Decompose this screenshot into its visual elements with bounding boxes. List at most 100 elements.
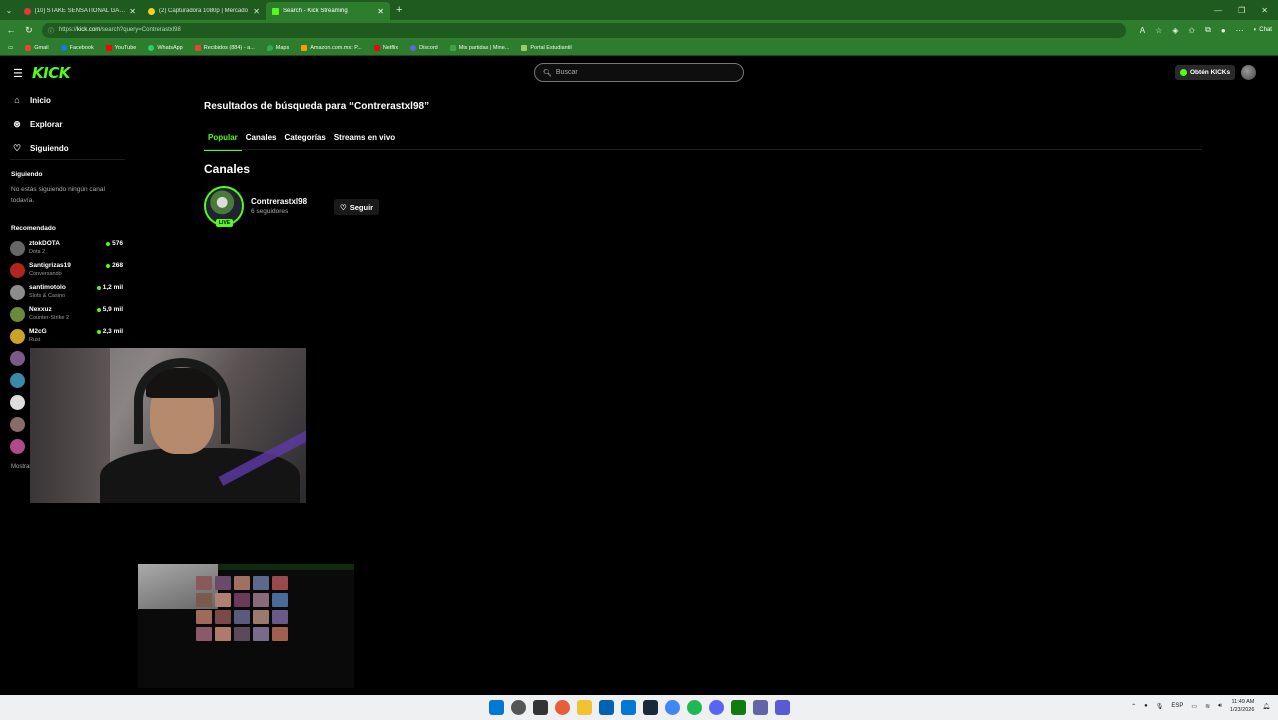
close-window-icon[interactable]: ✕ bbox=[1261, 6, 1268, 15]
kicks-coin-icon bbox=[1180, 69, 1187, 76]
sidebar-item-siguiendo[interactable]: ♡ Siguiendo bbox=[12, 143, 69, 154]
recommended-heading: Recomendado bbox=[11, 225, 56, 232]
bookmark-netflix[interactable]: Netflix bbox=[373, 44, 398, 51]
restore-icon[interactable]: ❐ bbox=[1238, 6, 1245, 15]
close-tab-icon[interactable]: ✕ bbox=[129, 7, 136, 16]
microphone-icon[interactable]: 🎙︎ bbox=[1156, 703, 1164, 710]
thumbnail-tile bbox=[272, 576, 288, 590]
reload-icon[interactable]: ↻ bbox=[24, 25, 34, 36]
sidebar-item-explorar[interactable]: ⊛ Explorar bbox=[12, 119, 62, 130]
mercadolibre-favicon-icon bbox=[148, 7, 155, 15]
thumbnail-tile bbox=[215, 593, 231, 607]
url-field[interactable]: ⓘ https://kick.com/search?query=Contrera… bbox=[41, 22, 1126, 38]
bookmark-maps[interactable]: Maps bbox=[266, 44, 289, 51]
recommended-channel[interactable]: ztokDOTA Dota 2 576 bbox=[10, 239, 123, 259]
tab-categorias[interactable]: Categorías bbox=[280, 131, 329, 151]
bookmark-gmail[interactable]: Gmail bbox=[25, 44, 49, 51]
kick-header: ☰ KICK 🔍︎ Obtén KICKs bbox=[0, 57, 1278, 89]
kick-logo[interactable]: KICK bbox=[32, 64, 70, 82]
recommended-avatar[interactable] bbox=[10, 417, 25, 432]
page-title: Resultados de búsqueda para “Contrerastx… bbox=[204, 101, 430, 112]
close-tab-icon[interactable]: ✕ bbox=[253, 7, 260, 16]
menu-hamburger-icon[interactable]: ☰ bbox=[13, 67, 23, 80]
apps-icon[interactable]: ▭ bbox=[8, 45, 13, 51]
volume-icon[interactable]: 🔊︎ bbox=[1218, 703, 1222, 710]
search-icon[interactable] bbox=[511, 700, 526, 715]
channel-name[interactable]: Contrerastxl98 bbox=[251, 197, 307, 206]
mail-icon[interactable] bbox=[621, 700, 636, 715]
new-tab-button[interactable]: + bbox=[396, 4, 402, 16]
copilot-chat-button[interactable]: ◐ Chat bbox=[1254, 27, 1272, 33]
browser-tab-1[interactable]: [10] STAKE SENSATIONAL GANA!! ✕ bbox=[18, 2, 142, 20]
taskbar-apps bbox=[489, 700, 790, 715]
bookmark-whatsapp[interactable]: WhatsApp bbox=[148, 44, 183, 51]
tab-popular[interactable]: Popular bbox=[204, 131, 242, 151]
antivirus-icon[interactable]: ● bbox=[1144, 703, 1148, 709]
bookmark-facebook[interactable]: Facebook bbox=[60, 44, 94, 51]
discord-icon[interactable] bbox=[709, 700, 724, 715]
recommended-channel[interactable]: Nexxuz Counter-Strike 2 5,9 mil bbox=[10, 305, 123, 325]
live-dot-icon bbox=[106, 241, 111, 246]
close-tab-icon[interactable]: ✕ bbox=[377, 7, 384, 16]
sidebar-divider bbox=[10, 159, 125, 160]
chrome-icon[interactable] bbox=[665, 700, 680, 715]
recommended-avatar[interactable] bbox=[10, 439, 25, 454]
xbox-icon[interactable] bbox=[731, 700, 746, 715]
favorites-icon[interactable]: ✩ bbox=[1188, 26, 1195, 35]
teams-icon[interactable] bbox=[753, 700, 768, 715]
favorite-star-icon[interactable]: ☆ bbox=[1155, 26, 1162, 35]
tab-list-icon[interactable]: ⌄ bbox=[0, 0, 18, 20]
recommended-avatar[interactable] bbox=[10, 395, 25, 410]
app-icon[interactable] bbox=[775, 700, 790, 715]
tab-title: Search - Kick Streaming bbox=[283, 8, 348, 14]
bookmark-amazon[interactable]: Amazon.com.mx: P... bbox=[301, 44, 362, 51]
clock-time: 11:49 AM bbox=[1231, 699, 1255, 705]
thumbnail-tile bbox=[196, 593, 212, 607]
chevron-up-icon[interactable]: ⌃ bbox=[1131, 703, 1136, 710]
user-avatar[interactable] bbox=[1241, 65, 1256, 80]
tab-streams-en-vivo[interactable]: Streams en vivo bbox=[330, 131, 399, 151]
display-icon[interactable]: ▭ bbox=[1191, 703, 1197, 710]
wifi-icon[interactable]: ≋ bbox=[1205, 703, 1210, 710]
recommended-channel[interactable]: Santigrizas19 Conversando 268 bbox=[10, 261, 123, 281]
steam-icon[interactable] bbox=[643, 700, 658, 715]
window-controls: — ❐ ✕ bbox=[1214, 6, 1278, 15]
recommended-avatar[interactable] bbox=[10, 351, 25, 366]
bookmark-discord[interactable]: Discord bbox=[410, 44, 438, 51]
minimize-icon[interactable]: — bbox=[1214, 6, 1222, 15]
recommended-channel[interactable]: M2cG Rust 2,3 mil bbox=[10, 327, 123, 347]
read-aloud-icon[interactable]: A bbox=[1140, 26, 1145, 35]
thumbnail-grid bbox=[196, 576, 292, 641]
tab-canales[interactable]: Canales bbox=[242, 131, 281, 151]
language-indicator[interactable]: ESP bbox=[1171, 703, 1183, 709]
task-view-icon[interactable] bbox=[533, 700, 548, 715]
profile-icon[interactable]: ● bbox=[1221, 26, 1226, 35]
youtube-icon bbox=[105, 44, 112, 51]
recommended-channel[interactable]: santimotolo Slots & Casino 1,2 mil bbox=[10, 283, 123, 303]
bookmark-minecraft[interactable]: Mis partidas | Mine... bbox=[449, 44, 509, 51]
get-kicks-button[interactable]: Obtén KICKs bbox=[1175, 65, 1236, 80]
windows-start-icon[interactable] bbox=[489, 700, 504, 715]
clock[interactable]: 11:49 AM 1/23/2026 bbox=[1230, 698, 1254, 714]
notifications-icon[interactable]: 🔔︎ bbox=[1262, 703, 1270, 710]
site-info-icon[interactable]: ⓘ bbox=[48, 26, 54, 35]
search-input[interactable] bbox=[555, 69, 726, 76]
heart-icon: ♡ bbox=[12, 143, 22, 153]
bookmark-recibidos[interactable]: Recibidos (884) - a... bbox=[194, 44, 255, 51]
bookmark-youtube[interactable]: YouTube bbox=[105, 44, 136, 51]
collections-icon[interactable]: ⧉ bbox=[1205, 25, 1211, 35]
extension-icon[interactable]: ◈ bbox=[1172, 26, 1178, 35]
browser-tab-2[interactable]: (2) Capturadora 1080p | Mercado ✕ bbox=[142, 2, 266, 20]
tabs-divider bbox=[204, 149, 1202, 150]
file-explorer-icon[interactable] bbox=[577, 700, 592, 715]
spotify-icon[interactable] bbox=[687, 700, 702, 715]
back-icon[interactable]: ← bbox=[6, 25, 16, 35]
store-icon[interactable] bbox=[599, 700, 614, 715]
recommended-avatar[interactable] bbox=[10, 373, 25, 388]
menu-dots-icon[interactable]: ⋯ bbox=[1236, 26, 1244, 35]
sidebar-item-inicio[interactable]: ⌂ Inicio bbox=[12, 95, 51, 105]
browser-tab-3[interactable]: Search - Kick Streaming ✕ bbox=[266, 2, 390, 20]
copilot-icon[interactable] bbox=[555, 700, 570, 715]
bookmark-portal[interactable]: Portal Estudiantil bbox=[521, 44, 572, 51]
follow-button[interactable]: ♡ Seguir bbox=[334, 199, 380, 215]
